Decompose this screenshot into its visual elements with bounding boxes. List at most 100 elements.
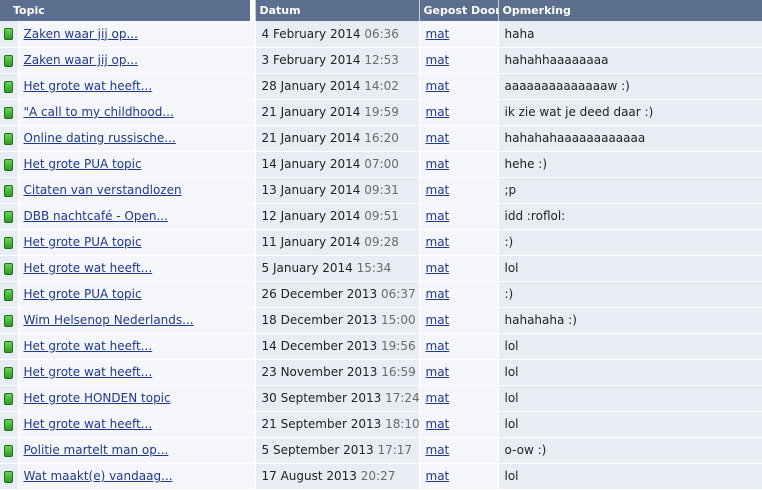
topic-link[interactable]: Het grote wat heeft... [24,365,153,379]
topic-link[interactable]: DBB nachtcafé - Open... [24,209,168,223]
user-cell: mat [419,307,499,334]
user-cell: mat [419,177,499,204]
status-cell [0,151,19,178]
comment-text: o-ow :) [504,443,547,457]
user-link[interactable]: mat [426,183,450,197]
post-time: 09:31 [364,183,399,197]
topic-link[interactable]: Het grote PUA topic [24,287,142,301]
comment-text: aaaaaaaaaaaaaaw :) [504,79,630,93]
user-link[interactable]: mat [426,131,450,145]
comment-text: ;p [504,183,517,197]
date-cell: 12 January 2014 09:51 [255,203,420,230]
date-cell: 4 February 2014 06:36 [255,21,420,48]
topic-link[interactable]: Het grote wat heeft... [24,417,153,431]
post-date: 23 November 2013 [261,365,378,379]
status-cell [0,463,19,490]
user-link[interactable]: mat [426,235,450,249]
user-cell: mat [419,21,499,48]
topic-link[interactable]: Wim Helsenop Nederlands... [24,313,194,327]
topic-link[interactable]: Het grote wat heeft... [24,79,153,93]
topic-link[interactable]: "A call to my childhood... [24,105,174,119]
status-cell [0,177,19,204]
comment-text: lol [504,391,519,405]
topic-link[interactable]: Citaten van verstandlozen [24,183,182,197]
status-cell [0,255,19,282]
green-status-icon [4,444,14,457]
topic-cell: Zaken waar jij op... [18,47,256,74]
date-cell: 28 January 2014 14:02 [255,73,420,100]
comment-text: lol [504,261,519,275]
topic-link[interactable]: Online dating russische... [24,131,176,145]
table-row: Wim Helsenop Nederlands... 18 December 20… [0,307,762,334]
comment-text: lol [504,365,519,379]
post-time: 09:28 [364,235,399,249]
topic-link[interactable]: Zaken waar jij op... [24,27,138,41]
topic-link[interactable]: Het grote PUA topic [24,157,142,171]
post-time: 18:10 [385,417,419,431]
note-cell: lol [498,411,762,438]
header-opmerking: Opmerking [498,0,762,21]
table-row: DBB nachtcafé - Open... 12 January 2014 0… [0,203,762,230]
user-link[interactable]: mat [426,469,450,483]
post-time: 07:00 [364,157,399,171]
topic-link[interactable]: Het grote wat heeft... [24,261,153,275]
topic-link[interactable]: Politie martelt man op... [24,443,169,457]
user-link[interactable]: mat [426,443,450,457]
status-cell [0,333,19,360]
user-cell: mat [419,99,499,126]
comment-text: idd :roflol: [504,209,566,223]
user-link[interactable]: mat [426,417,450,431]
user-cell: mat [419,47,499,74]
topic-link[interactable]: Het grote PUA topic [24,235,142,249]
date-cell: 21 January 2014 19:59 [255,99,420,126]
user-link[interactable]: mat [426,313,450,327]
topic-link[interactable]: Het grote HONDEN topic [24,391,171,405]
topic-link[interactable]: Het grote wat heeft... [24,339,153,353]
user-link[interactable]: mat [426,157,450,171]
green-status-icon [4,314,14,327]
green-status-icon [4,80,14,93]
comment-text: lol [504,339,519,353]
note-cell: hahahaha :) [498,307,762,334]
post-time: 06:37 [381,287,416,301]
comment-text: :) [504,235,514,249]
status-cell [0,411,19,438]
green-status-icon [4,366,14,379]
date-cell: 21 September 2013 18:10 [255,411,420,438]
user-cell: mat [419,359,499,386]
topic-cell: DBB nachtcafé - Open... [18,203,256,230]
topic-link[interactable]: Wat maakt(e) vandaag... [24,469,173,483]
table-row: Het grote PUA topic 11 January 2014 09:28… [0,229,762,256]
table-row: Online dating russische... 21 January 201… [0,125,762,152]
user-link[interactable]: mat [426,27,450,41]
user-link[interactable]: mat [426,209,450,223]
post-time: 19:59 [364,105,399,119]
green-status-icon [4,132,14,145]
user-link[interactable]: mat [426,339,450,353]
table-row: Het grote wat heeft... 28 January 2014 14… [0,73,762,100]
status-cell [0,99,19,126]
note-cell: lol [498,359,762,386]
note-cell: :) [498,281,762,308]
user-link[interactable]: mat [426,105,450,119]
date-cell: 21 January 2014 16:20 [255,125,420,152]
user-link[interactable]: mat [426,391,450,405]
status-cell [0,203,19,230]
user-cell: mat [419,437,499,464]
post-date: 13 January 2014 [261,183,361,197]
post-date: 18 December 2013 [261,313,378,327]
user-link[interactable]: mat [426,261,450,275]
header-gepost-door: Gepost Door [419,0,499,21]
user-link[interactable]: mat [426,287,450,301]
user-link[interactable]: mat [426,79,450,93]
topic-link[interactable]: Zaken waar jij op... [24,53,138,67]
user-cell: mat [419,229,499,256]
date-cell: 14 December 2013 19:56 [255,333,420,360]
post-time: 09:51 [364,209,399,223]
user-link[interactable]: mat [426,53,450,67]
green-status-icon [4,262,14,275]
header-datum: Datum [255,0,420,21]
user-link[interactable]: mat [426,365,450,379]
table-row: Het grote PUA topic 26 December 2013 06:3… [0,281,762,308]
note-cell: ik zie wat je deed daar :) [498,99,762,126]
